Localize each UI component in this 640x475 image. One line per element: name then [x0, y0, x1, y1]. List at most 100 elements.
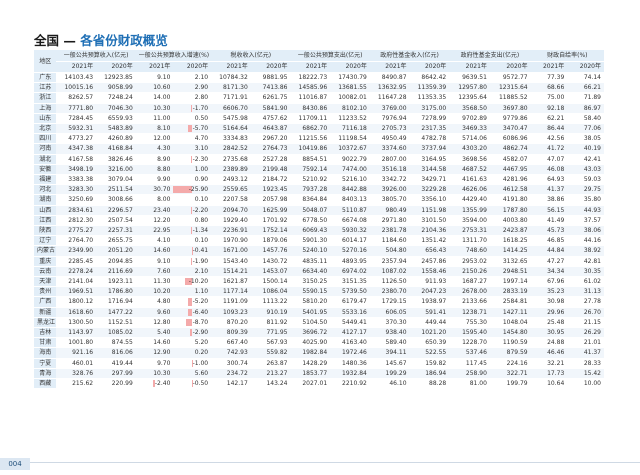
value-cell: 811.92 — [250, 317, 291, 329]
cell-value: 297.99 — [111, 369, 133, 377]
value-cell: 3696.72 — [290, 327, 331, 339]
value-cell: 460.01 — [56, 358, 97, 369]
value-cell: 5270.16 — [330, 245, 370, 257]
value-cell: 5483.89 — [96, 123, 136, 135]
cell-value: 1453.07 — [262, 267, 288, 275]
value-cell: 1800.12 — [56, 296, 97, 308]
cell-value: 1480.36 — [342, 359, 367, 367]
value-cell: 41.37 — [567, 347, 604, 359]
cell-value: 2150.26 — [462, 267, 487, 275]
value-cell: 2285.45 — [56, 256, 97, 267]
value-cell: 3283.30 — [56, 184, 97, 196]
cell-value: 44.16 — [583, 237, 601, 245]
table-row: 浙江 8262.57 7248.24 14.00 2.80 7171.91 6261.75 1… — [34, 92, 604, 104]
value-cell: 1595.40 — [449, 327, 490, 339]
cell-value: 3470.47 — [502, 125, 528, 133]
value-cell: 32.21 — [530, 358, 568, 369]
cell-value: 2457.86 — [421, 257, 447, 265]
cell-value: 46.85 — [547, 237, 565, 245]
table-row: 新疆 1618.60 1477.22 9.60 -6.40 1093.23 910.19 54… — [34, 307, 604, 318]
cell-value: 1351.42 — [421, 237, 447, 245]
value-cell: 1972.46 — [330, 347, 370, 359]
value-cell: 30.98 — [530, 296, 568, 308]
value-cell: 2150.26 — [449, 266, 490, 278]
cell-value: -2.20 — [192, 206, 209, 214]
cell-value: 6014.17 — [342, 237, 367, 245]
value-cell: 4757.62 — [250, 113, 291, 125]
value-cell: 7.60 — [135, 266, 174, 278]
cell-value: 224.16 — [506, 359, 528, 367]
cell-value: 8.90 — [157, 155, 171, 163]
value-cell: 62.21 — [530, 113, 568, 125]
region-name: 海南 — [39, 349, 52, 357]
cell-value: 41.49 — [547, 216, 565, 224]
region-name: 湖北 — [39, 155, 52, 163]
header-row-groups: 地区 一般公共预算收入(亿元) 一般公共预算收入增速(%) 税收收入(亿元) 一… — [34, 50, 604, 73]
value-cell: 220.99 — [96, 378, 136, 390]
cell-value: 13681.55 — [338, 84, 367, 92]
cell-value: 1191.09 — [222, 298, 248, 306]
cell-value: 910.19 — [266, 308, 288, 316]
page-footer: 004 — [0, 454, 640, 475]
year-header: 2020年 — [330, 61, 370, 73]
value-cell: 11.00 — [135, 113, 174, 125]
cell-value: 11647.28 — [377, 94, 407, 102]
cell-value: 1151.98 — [421, 206, 447, 214]
table-row: 贵州 1969.51 1786.80 10.20 1.10 1177.14 1086.04 5… — [34, 286, 604, 298]
cell-value: -1.70 — [192, 104, 209, 112]
value-cell: 215.62 — [56, 378, 97, 390]
cell-value: 504.80 — [385, 247, 407, 255]
cell-value: 258.90 — [465, 369, 487, 377]
value-cell: 159.82 — [409, 358, 450, 369]
cell-value: 263.87 — [266, 359, 288, 367]
cell-value: 24.88 — [547, 339, 565, 347]
value-cell: 5164.64 — [211, 123, 251, 135]
cell-value: 62.21 — [547, 114, 565, 122]
cell-value: 32.21 — [547, 359, 565, 367]
value-cell: 1969.51 — [56, 286, 97, 298]
cell-value: 4161.63 — [462, 176, 487, 184]
cell-value: 328.76 — [72, 369, 94, 377]
value-cell: 5210.92 — [290, 174, 331, 186]
value-cell: 809.39 — [211, 327, 251, 339]
region-name: 宁夏 — [39, 359, 52, 367]
cell-value: 3498.19 — [68, 165, 94, 173]
cell-value: 3132.65 — [502, 257, 528, 265]
value-cell: 3594.00 — [449, 215, 490, 227]
cell-value: 5483.89 — [107, 125, 133, 133]
value-cell: 2184.72 — [250, 174, 291, 186]
cell-value: 5048.07 — [302, 206, 328, 214]
value-cell: 38.86 — [530, 194, 568, 206]
cell-value: 1932.84 — [342, 369, 367, 377]
table-row: 江苏 10015.16 9058.99 10.60 2.90 8171.30 7413.86… — [34, 82, 604, 94]
value-cell: 1151.98 — [409, 205, 450, 216]
cell-value: 2678.00 — [462, 288, 487, 296]
region-name: 西藏 — [39, 380, 52, 388]
negative-growth-bar — [187, 308, 193, 316]
value-cell: 11.30 — [135, 276, 174, 288]
cell-value: 816.06 — [111, 349, 133, 357]
cell-value: -5.70 — [192, 125, 209, 133]
value-cell: 2057.98 — [250, 194, 291, 206]
value-cell: 2834.61 — [56, 205, 97, 216]
value-cell: 4582.07 — [489, 154, 531, 165]
cell-value: 3469.33 — [462, 125, 487, 133]
finance-table-container: 地区 一般公共预算收入(亿元) 一般公共预算收入增速(%) 税收收入(亿元) 一… — [34, 50, 604, 390]
region-name: 广东 — [39, 74, 52, 81]
cell-value: 1454.80 — [502, 329, 528, 337]
cell-value: 2141.04 — [68, 278, 94, 286]
cell-value: 1982.84 — [302, 349, 328, 357]
value-cell: 0.10 — [173, 235, 212, 247]
value-cell: 1228.70 — [449, 337, 490, 349]
cell-value: 12.20 — [153, 216, 171, 224]
value-cell: 46.46 — [530, 347, 568, 359]
value-cell: 5048.07 — [290, 205, 331, 216]
cell-value: 9.90 — [157, 176, 171, 184]
value-cell: 0.90 — [173, 174, 212, 186]
year-header: 2020年 — [409, 61, 450, 73]
cell-value: 5401.95 — [302, 308, 328, 316]
region-name: 贵州 — [39, 288, 52, 296]
value-cell: 26.29 — [567, 327, 604, 339]
value-cell: 3374.60 — [369, 143, 410, 155]
value-cell: 742.93 — [211, 347, 251, 359]
